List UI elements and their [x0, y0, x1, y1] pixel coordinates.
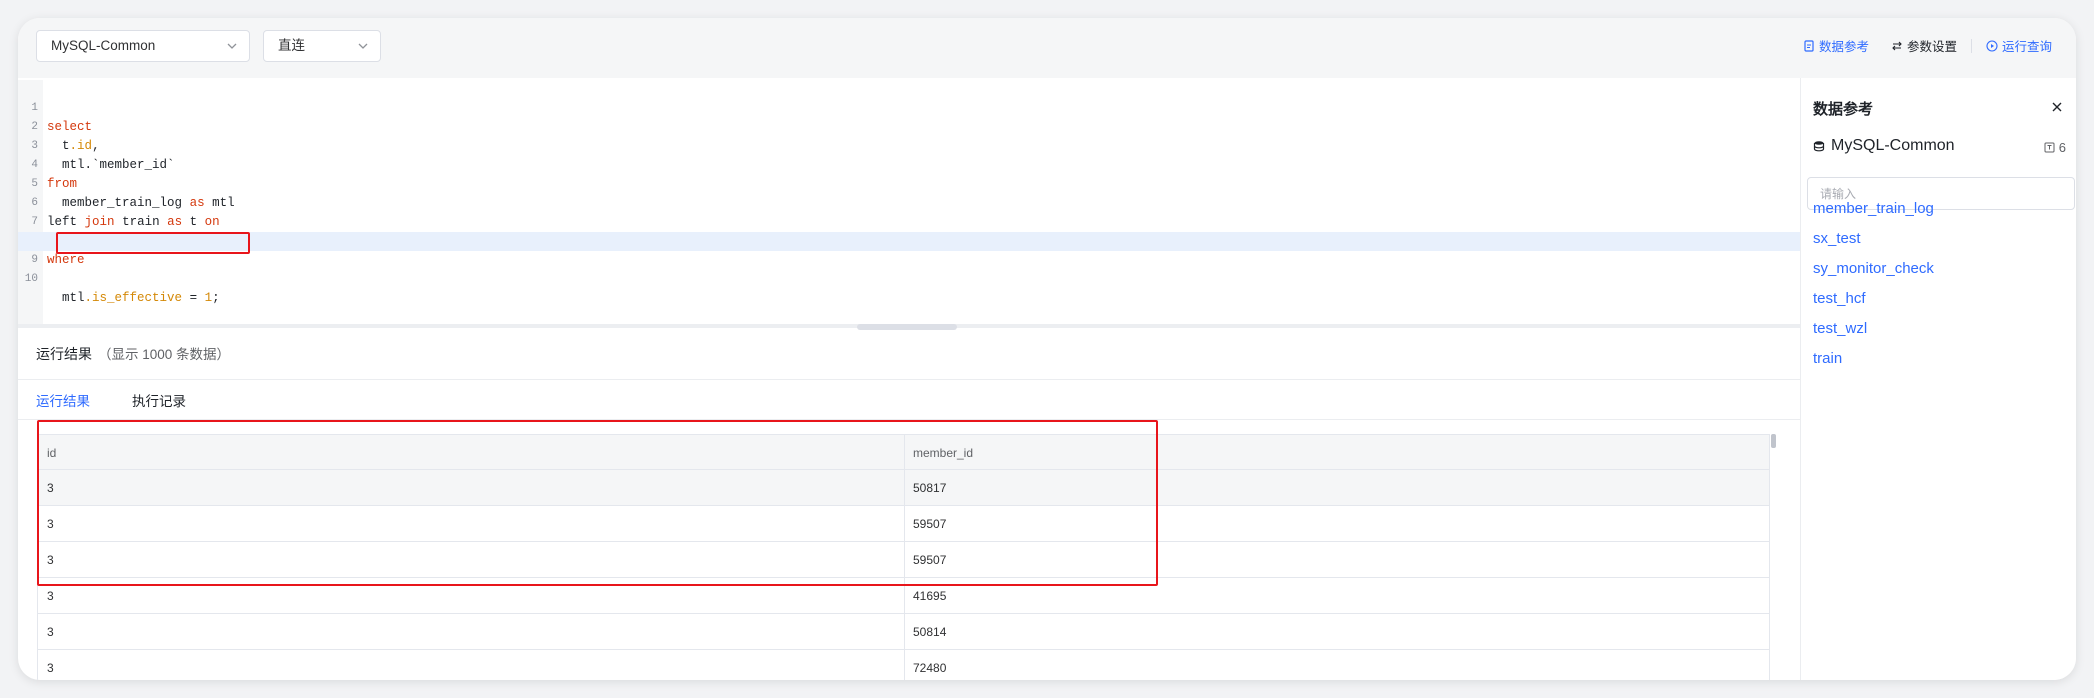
chevron-down-icon	[358, 43, 368, 49]
tab-execution-history[interactable]: 执行记录	[132, 390, 186, 410]
table-cell: 50814	[913, 625, 947, 639]
database-header: MySQL-Common	[1813, 137, 1955, 155]
table-cell: 3	[47, 661, 54, 675]
data-reference-label: 数据参考	[1818, 40, 1869, 54]
results-header: 运行结果 （显示 1000 条数据）	[36, 343, 230, 364]
parameter-settings-label: 参数设置	[1906, 40, 1957, 54]
table-link-train[interactable]: train	[1813, 350, 1842, 367]
run-query-button[interactable]: 运行查询	[1986, 36, 2052, 55]
database-icon	[1813, 141, 1825, 152]
code-line: 8 where	[18, 213, 1800, 267]
code-line: 6 left join train as t on	[18, 175, 1800, 229]
document-icon	[1804, 39, 1814, 52]
active-code-line: 9	[18, 232, 1800, 266]
line-number: 10	[24, 273, 38, 285]
toolbar-actions: 数据参考 参数设置 运行查询	[1803, 36, 2052, 55]
run-query-label: 运行查询	[2001, 40, 2052, 54]
results-title: 运行结果	[36, 346, 92, 362]
code-line: 5 member_train_log as mtl	[18, 156, 1800, 210]
code-line: 10 mtl.is_effective = 1;	[18, 251, 1800, 305]
table-row[interactable]: 3 50814	[38, 614, 1769, 650]
highlight-box	[56, 232, 250, 254]
table-count-value: 6	[2058, 140, 2066, 155]
sql-editor[interactable]: 1 select 2 t.id, 3 mtl.`member_id` 4 fro…	[18, 80, 1800, 326]
table-link-sy-monitor-check[interactable]: sy_monitor_check	[1813, 260, 1934, 277]
tab-results[interactable]: 运行结果	[36, 390, 90, 410]
table-link-member-train-log[interactable]: member_train_log	[1813, 200, 1934, 217]
play-circle-icon	[1986, 39, 1998, 52]
table-count: 6	[2044, 140, 2066, 155]
connection-mode-select[interactable]: 直连	[263, 30, 381, 62]
table-row[interactable]: 3 72480	[38, 650, 1769, 680]
close-icon[interactable]	[2050, 100, 2064, 114]
database-name: MySQL-Common	[1831, 137, 1955, 154]
code-line: 2 t.id,	[18, 99, 1800, 153]
code-line: 1 select	[18, 80, 1800, 134]
swap-icon	[1892, 41, 1902, 50]
code-line: 7 t.id = mtl.train_id	[18, 194, 1800, 248]
toolbar-divider	[1970, 38, 1972, 53]
table-link-sx-test[interactable]: sx_test	[1813, 230, 1861, 247]
toolbar: MySQL-Common 直连 数据参考 参数设置 运行查询	[18, 18, 2076, 78]
code-line: 4 from	[18, 137, 1800, 191]
data-reference-button[interactable]: 数据参考	[1803, 36, 1869, 55]
table-cell: 3	[47, 625, 54, 639]
divider	[18, 379, 1800, 380]
app-window: MySQL-Common 直连 数据参考 参数设置 运行查询 1 select …	[18, 18, 2076, 680]
parameter-settings-button[interactable]: 参数设置	[1891, 36, 1957, 55]
results-count-hint: （显示 1000 条数据）	[98, 347, 231, 362]
table-scrollbar[interactable]	[1771, 434, 1776, 448]
database-select-value: MySQL-Common	[51, 38, 156, 53]
code-line: 3 mtl.`member_id`	[18, 118, 1800, 172]
highlight-box	[37, 420, 1158, 586]
chevron-down-icon	[227, 43, 237, 49]
panel-title: 数据参考	[1813, 101, 1874, 118]
table-cell: 72480	[913, 661, 947, 675]
database-select[interactable]: MySQL-Common	[36, 30, 250, 62]
resize-handle[interactable]	[857, 324, 957, 330]
data-reference-panel: 数据参考 MySQL-Common 6 member_train_log sx_…	[1800, 78, 2076, 680]
table-link-test-hcf[interactable]: test_hcf	[1813, 290, 1866, 307]
table-icon	[2044, 142, 2055, 153]
table-link-test-wzl[interactable]: test_wzl	[1813, 320, 1867, 337]
connection-mode-value: 直连	[278, 38, 305, 53]
